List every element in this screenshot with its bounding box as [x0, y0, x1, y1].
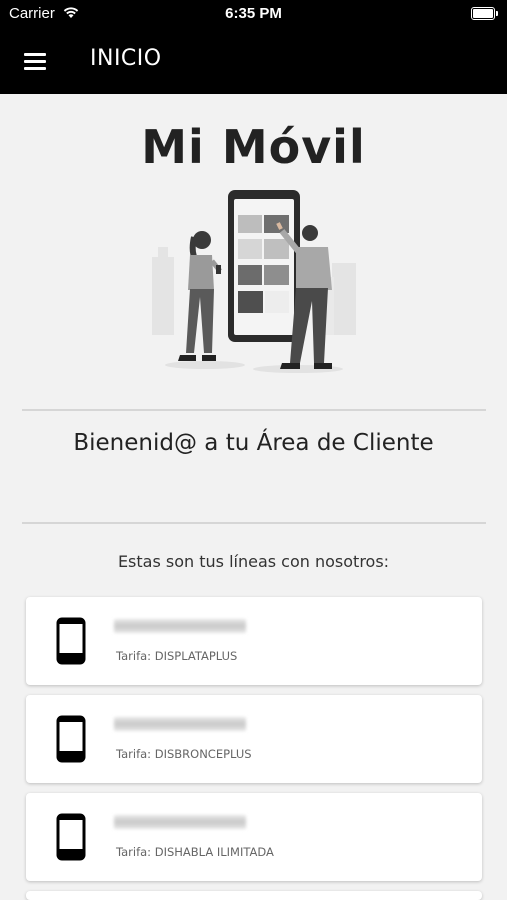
- app-bar-title: INICIO: [90, 46, 162, 71]
- status-bar: Carrier 6:35 PM: [0, 0, 507, 28]
- hamburger-menu-icon[interactable]: [18, 46, 52, 76]
- app-bar: INICIO: [0, 28, 507, 94]
- line-card[interactable]: Tarifa: DISBRONCEPLUS: [26, 695, 482, 783]
- redacted-phone-number: [114, 619, 246, 633]
- lines-caption: Estas son tus líneas con nosotros:: [117, 552, 390, 571]
- line-card[interactable]: Tarifa: DISHABLA ILIMITADA: [26, 793, 482, 881]
- hero-title: Mi Móvil: [141, 120, 366, 174]
- tarifa-label: Tarifa: DISBRONCEPLUS: [116, 747, 252, 761]
- redacted-phone-number: [114, 717, 246, 731]
- tarifa-label: Tarifa: DISHABLA ILIMITADA: [116, 845, 274, 859]
- line-card[interactable]: Tarifa: DISPLATAPLUS: [26, 597, 482, 685]
- redacted-phone-number: [114, 815, 246, 829]
- tarifa-label: Tarifa: DISPLATAPLUS: [116, 649, 238, 663]
- phone-icon: [56, 715, 86, 763]
- welcome-text: Bienenid@ a tu Área de Cliente: [73, 430, 434, 456]
- phone-icon: [56, 617, 86, 665]
- battery-icon: [471, 7, 498, 20]
- phone-icon: [56, 813, 86, 861]
- status-time: 6:35 PM: [225, 5, 282, 22]
- divider: [22, 522, 486, 524]
- line-card-partial[interactable]: [26, 891, 482, 900]
- hero-illustration: [150, 185, 360, 375]
- divider: [22, 409, 486, 411]
